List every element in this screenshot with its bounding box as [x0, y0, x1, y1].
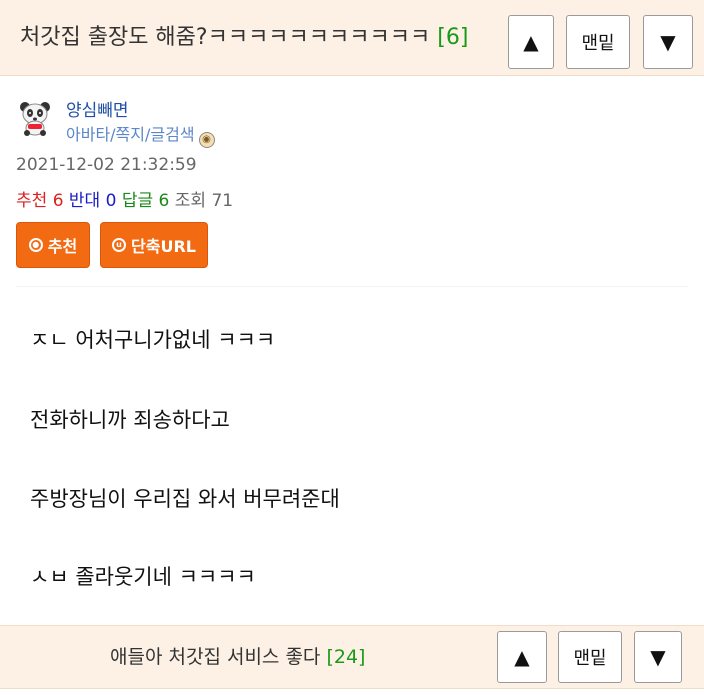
prev-post-comment-count: [6] [437, 25, 469, 50]
post-body-line: ㅅㅂ 졸라웃기네 ㅋㅋㅋㅋ [30, 565, 256, 589]
next-post-title-text[interactable]: 애들아 처갓집 서비스 좋다 [110, 646, 320, 668]
triangle-up-icon: ▲ [523, 30, 539, 54]
recommend-button-label: 추천 [47, 237, 78, 256]
triangle-down-icon: ▼ [660, 30, 676, 54]
post-datetime: 2021-12-02 21:32:59 [16, 155, 197, 175]
prev-post-title[interactable]: 처갓집 출장도 해줌?ㅋㅋㅋㅋㅋㅋㅋㅋㅋㅋㅋ [6] [20, 0, 468, 76]
short-url-button-label: 단축URL [131, 237, 196, 256]
panda-avatar-icon[interactable] [18, 100, 52, 136]
recommend-icon: ● [28, 238, 43, 252]
scroll-bottom-button[interactable]: 맨밑 [566, 15, 630, 69]
post-body-line: ㅈㄴ 어처구니가없네 ㅋㅋㅋ [30, 328, 276, 352]
scroll-down-button[interactable]: ▼ [643, 15, 693, 69]
recommend-count: 6 [52, 191, 64, 211]
oppose-count: 0 [105, 191, 117, 211]
scroll-bottom-label: 맨밑 [573, 648, 607, 669]
scroll-bottom-button[interactable]: 맨밑 [558, 631, 622, 683]
author-links-text[interactable]: 아바타/쪽지/글검색 [66, 125, 195, 144]
link-icon: u [112, 238, 127, 252]
post-body-line: 전화하니까 죄송하다고 [30, 408, 230, 432]
next-post-title[interactable]: 애들아 처갓집 서비스 좋다 [24] [110, 626, 365, 690]
oppose-label: 반대 [68, 191, 101, 211]
short-url-button[interactable]: u 단축URL [100, 222, 208, 268]
reply-count: 6 [158, 191, 170, 211]
post-body-line: 주방장님이 우리집 와서 버무려준대 [30, 487, 340, 511]
views-count: 71 [211, 191, 234, 211]
scroll-down-button[interactable]: ▼ [634, 631, 682, 683]
author-nickname[interactable]: 양심빼면 [66, 96, 129, 121]
scroll-bottom-label: 맨밑 [581, 33, 615, 54]
scroll-up-button[interactable]: ▲ [497, 631, 547, 683]
views-label: 조회 [174, 191, 207, 211]
scroll-up-button[interactable]: ▲ [508, 15, 554, 69]
prev-post-title-text[interactable]: 처갓집 출장도 해줌?ㅋㅋㅋㅋㅋㅋㅋㅋㅋㅋㅋ [20, 25, 430, 50]
recommend-label: 추천 [16, 191, 48, 211]
triangle-down-icon: ▼ [650, 645, 666, 669]
prev-post-bar: 처갓집 출장도 해줌?ㅋㅋㅋㅋㅋㅋㅋㅋㅋㅋㅋ [6] ▲ 맨밑 ▼ [0, 0, 704, 76]
triangle-up-icon: ▲ [514, 645, 530, 669]
next-post-bar: 애들아 처갓집 서비스 좋다 [24] ▲ 맨밑 ▼ [0, 625, 704, 689]
reply-label: 답글 [121, 191, 154, 211]
recommend-button[interactable]: ● 추천 [16, 222, 90, 268]
post-stats: 추천 6 반대 0 답글 6 조회 71 [16, 186, 233, 211]
next-post-comment-count: [24] [326, 646, 366, 668]
user-info-icon[interactable]: ◉ [198, 132, 215, 148]
author-links[interactable]: 아바타/쪽지/글검색 ◉ [66, 121, 215, 148]
content-divider [16, 286, 688, 287]
